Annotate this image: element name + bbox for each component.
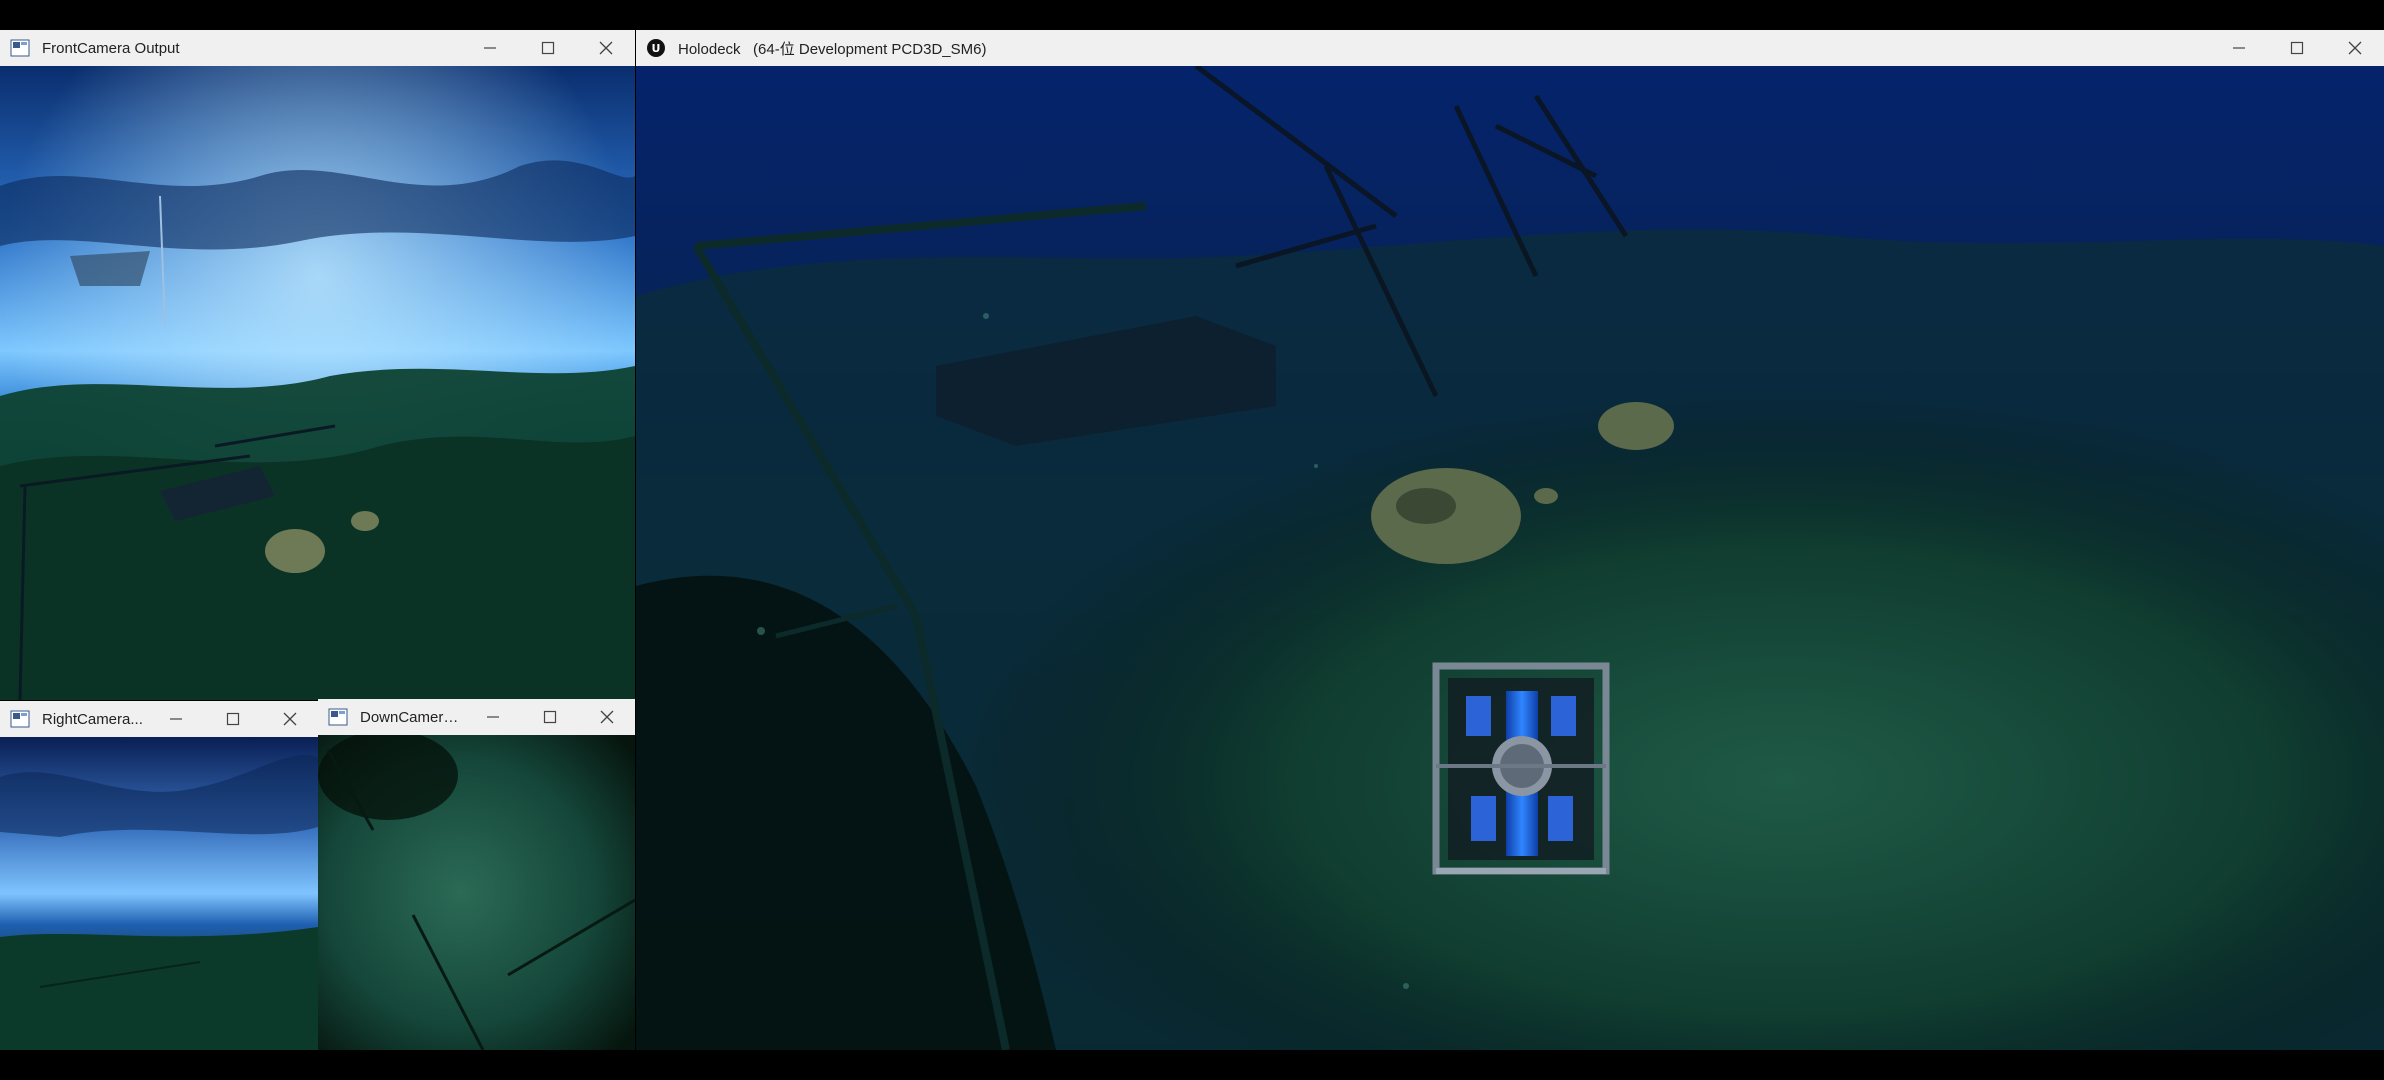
minimize-button[interactable] — [464, 699, 521, 735]
holodeck-window: U Holodeck (64-位 Development PCD3D_SM6) — [636, 30, 2384, 1050]
close-button[interactable] — [578, 699, 635, 735]
down-camera-title: DownCamera... — [360, 708, 464, 726]
holodeck-titlebar[interactable]: U Holodeck (64-位 Development PCD3D_SM6) — [636, 30, 2384, 66]
right-camera-titlebar[interactable]: RightCamera... — [0, 701, 318, 737]
close-button[interactable] — [577, 30, 635, 66]
rov-vehicle — [1432, 662, 1610, 875]
front-camera-titlebar[interactable]: FrontCamera Output — [0, 30, 635, 66]
down-camera-titlebar[interactable]: DownCamera... — [318, 699, 635, 735]
close-button[interactable] — [2326, 30, 2384, 66]
minimize-button[interactable] — [147, 701, 204, 737]
opencv-window-icon — [10, 38, 30, 58]
holodeck-title: Holodeck (64-位 Development PCD3D_SM6) — [678, 40, 987, 58]
down-camera-feed — [318, 735, 635, 1050]
front-camera-window: FrontCamera Output — [0, 30, 635, 700]
maximize-button[interactable] — [521, 699, 578, 735]
opencv-window-icon — [328, 707, 348, 727]
maximize-button[interactable] — [2268, 30, 2326, 66]
svg-text:U: U — [652, 42, 661, 55]
front-camera-title: FrontCamera Output — [42, 39, 180, 57]
right-camera-title: RightCamera... — [42, 710, 143, 728]
maximize-button[interactable] — [204, 701, 261, 737]
down-camera-window: DownCamera... — [318, 699, 635, 1050]
front-camera-feed — [0, 66, 635, 700]
holodeck-viewport[interactable] — [636, 66, 2384, 1050]
close-button[interactable] — [261, 701, 318, 737]
opencv-window-icon — [10, 709, 30, 729]
right-camera-feed — [0, 737, 318, 1050]
minimize-button[interactable] — [2210, 30, 2268, 66]
unreal-engine-icon: U — [646, 38, 666, 58]
right-camera-window: RightCamera... — [0, 701, 318, 1050]
maximize-button[interactable] — [519, 30, 577, 66]
minimize-button[interactable] — [461, 30, 519, 66]
